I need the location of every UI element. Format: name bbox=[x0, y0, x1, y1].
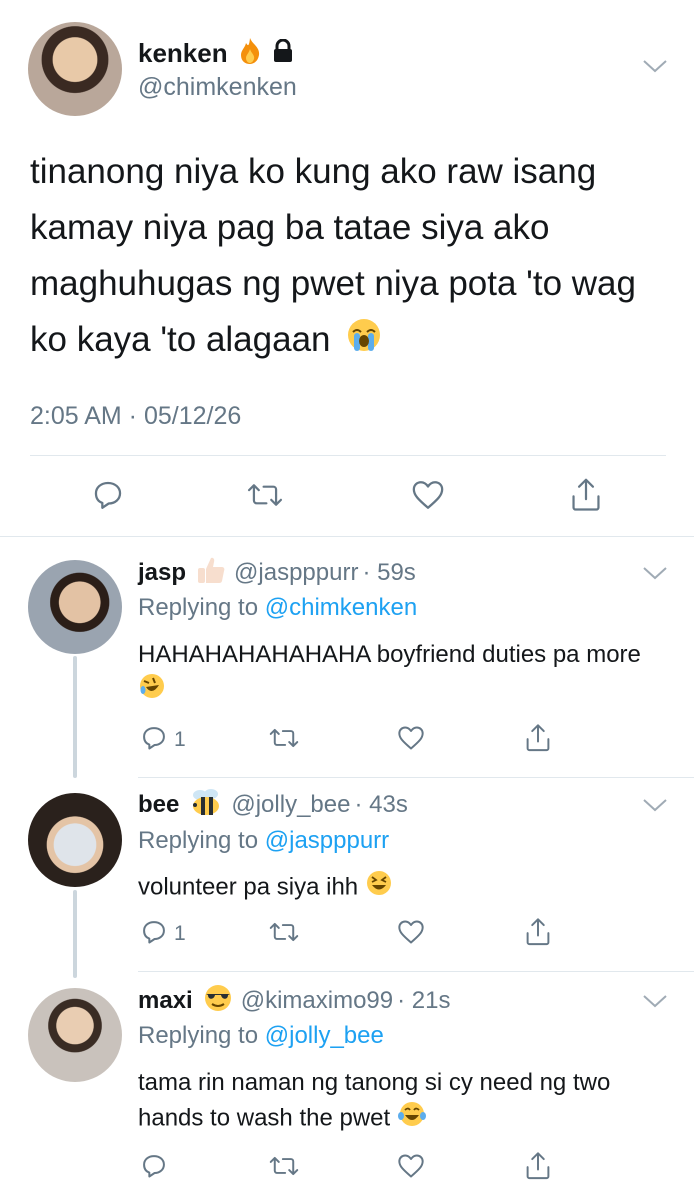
share-icon bbox=[572, 478, 600, 511]
reply-header: bee @jolly_bee · 43s bbox=[138, 787, 408, 824]
reply-share-button[interactable] bbox=[518, 912, 558, 952]
main-tweet-text-content: tinanong niya ko kung ako raw isang kama… bbox=[30, 152, 636, 359]
replying-label: Replying to bbox=[138, 1022, 259, 1049]
reply-time: · 59s bbox=[362, 559, 416, 586]
reply-share-button[interactable] bbox=[518, 718, 558, 758]
replying-handle-link[interactable]: @chimkenken bbox=[265, 594, 417, 621]
main-display-name[interactable]: kenken bbox=[138, 38, 228, 69]
heart-icon bbox=[398, 726, 424, 750]
reply-like-button[interactable] bbox=[391, 912, 431, 952]
reply-divider bbox=[138, 777, 694, 778]
fire-emoji bbox=[238, 37, 262, 70]
replying-handle-link[interactable]: @jaspppurr bbox=[265, 827, 389, 854]
lock-icon bbox=[272, 38, 294, 68]
reply-display-name[interactable]: jasp bbox=[138, 559, 186, 587]
reply-text: tama rin naman ng tanong si cy need ng t… bbox=[138, 1065, 668, 1138]
reply-count: 1 bbox=[174, 922, 186, 945]
reply-header: jasp @jaspppurr · 59s bbox=[138, 557, 416, 589]
reply-avatar[interactable] bbox=[28, 988, 122, 1082]
reply-display-name[interactable]: maxi bbox=[138, 987, 193, 1015]
reply-retweet-button[interactable] bbox=[264, 1146, 304, 1186]
share-icon bbox=[526, 1152, 550, 1180]
reply-handle[interactable]: @jaspppurr bbox=[234, 559, 358, 587]
share-icon bbox=[526, 724, 550, 752]
grinning-squinting-emoji bbox=[365, 869, 393, 907]
sunglasses-emoji bbox=[203, 983, 233, 1020]
main-like-button[interactable] bbox=[408, 475, 448, 515]
main-handle[interactable]: @chimkenken bbox=[138, 73, 297, 102]
bee-emoji bbox=[189, 787, 223, 824]
reply-replying-to: Replying to @jaspppurr bbox=[138, 827, 389, 855]
reply-text-content: volunteer pa siya ihh bbox=[138, 873, 359, 901]
heart-icon bbox=[398, 1154, 424, 1178]
heart-icon bbox=[398, 920, 424, 944]
thumbs-up-emoji bbox=[196, 555, 226, 592]
reply-reply-button[interactable] bbox=[134, 1146, 174, 1186]
heart-icon bbox=[412, 481, 444, 509]
main-chevron-down-icon[interactable] bbox=[642, 58, 668, 74]
reply-like-button[interactable] bbox=[391, 1146, 431, 1186]
main-tweet-text: tinanong niya ko kung ako raw isang kama… bbox=[30, 144, 650, 370]
share-icon bbox=[526, 918, 550, 946]
reply-retweet-button[interactable] bbox=[264, 912, 304, 952]
reply-icon bbox=[143, 1155, 165, 1178]
reply-display-name[interactable]: bee bbox=[138, 791, 179, 819]
thread-line-1 bbox=[73, 656, 77, 778]
main-bottom-divider bbox=[0, 536, 694, 537]
main-divider bbox=[30, 455, 666, 456]
reply-replying-to: Replying to @jolly_bee bbox=[138, 1022, 384, 1050]
reply-avatar[interactable] bbox=[28, 793, 122, 887]
reply-text-content: tama rin naman ng tanong si cy need ng t… bbox=[138, 1069, 611, 1132]
reply-count: 1 bbox=[174, 728, 186, 751]
reply-divider bbox=[138, 971, 694, 972]
reply-handle[interactable]: @jolly_bee bbox=[231, 791, 350, 819]
main-display-name-row: kenken bbox=[138, 36, 294, 70]
reply-handle[interactable]: @kimaximo99 bbox=[241, 987, 393, 1015]
reply-time: · 21s bbox=[397, 987, 451, 1014]
reply-icon bbox=[143, 727, 165, 750]
reply-reply-button[interactable] bbox=[134, 718, 174, 758]
reply-like-button[interactable] bbox=[391, 718, 431, 758]
reply-icon bbox=[94, 481, 122, 509]
reply-avatar[interactable] bbox=[28, 560, 122, 654]
main-avatar[interactable] bbox=[28, 22, 122, 116]
retweet-icon bbox=[269, 1156, 299, 1176]
main-timestamp: 2:05 AM · 05/12/26 bbox=[30, 402, 242, 430]
reply-chevron-down-icon[interactable] bbox=[642, 565, 668, 581]
retweet-icon bbox=[269, 728, 299, 748]
reply-text: volunteer pa siya ihh bbox=[138, 869, 668, 907]
reply-reply-button[interactable] bbox=[134, 912, 174, 952]
main-reply-button[interactable] bbox=[88, 475, 128, 515]
main-retweet-button[interactable] bbox=[245, 475, 285, 515]
reply-text: HAHAHAHAHAHAHA boyfriend duties pa more bbox=[138, 637, 668, 710]
main-share-button[interactable] bbox=[566, 475, 606, 515]
reply-chevron-down-icon[interactable] bbox=[642, 797, 668, 813]
replying-label: Replying to bbox=[138, 827, 259, 854]
reply-retweet-button[interactable] bbox=[264, 718, 304, 758]
reply-header: maxi @kimaximo99 · 21s bbox=[138, 983, 451, 1020]
tears-of-joy-emoji bbox=[397, 1100, 427, 1138]
replying-handle-link[interactable]: @jolly_bee bbox=[265, 1022, 384, 1049]
reply-chevron-down-icon[interactable] bbox=[642, 993, 668, 1009]
reply-time: · 43s bbox=[354, 791, 408, 818]
retweet-icon bbox=[269, 922, 299, 942]
replying-label: Replying to bbox=[138, 594, 259, 621]
reply-icon bbox=[143, 921, 165, 944]
reply-share-button[interactable] bbox=[518, 1146, 558, 1186]
retweet-icon bbox=[247, 484, 283, 506]
loudly-crying-emoji bbox=[346, 314, 382, 370]
thread-line-2 bbox=[73, 890, 77, 978]
reply-replying-to: Replying to @chimkenken bbox=[138, 594, 417, 622]
rofl-emoji bbox=[138, 672, 166, 710]
reply-text-content: HAHAHAHAHAHAHA boyfriend duties pa more bbox=[138, 641, 641, 668]
